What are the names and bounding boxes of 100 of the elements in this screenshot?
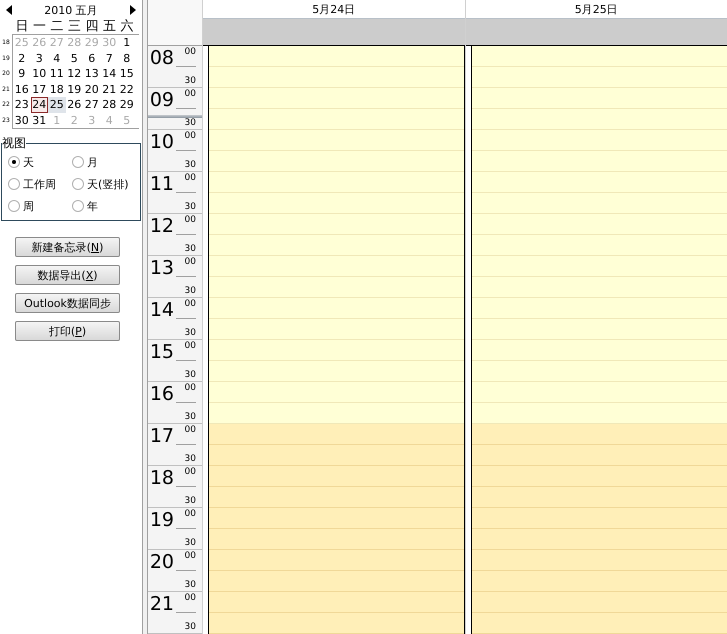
time-slot[interactable] — [472, 466, 727, 487]
calendar-day[interactable]: 15 — [118, 66, 136, 82]
time-slot[interactable] — [209, 508, 464, 529]
time-slot[interactable] — [472, 403, 727, 424]
time-slot[interactable] — [472, 529, 727, 550]
calendar-day[interactable]: 10 — [30, 66, 48, 82]
time-slot[interactable] — [209, 361, 464, 382]
time-slot[interactable] — [209, 319, 464, 340]
all-day-area[interactable] — [466, 19, 727, 46]
time-slot[interactable] — [209, 193, 464, 214]
action-button[interactable]: Outlook数据同步 — [15, 293, 120, 313]
radio-label[interactable]: 天 — [23, 154, 34, 170]
time-slot[interactable] — [472, 67, 727, 88]
calendar-day[interactable]: 28 — [100, 97, 118, 112]
time-slot[interactable] — [209, 214, 464, 235]
time-slot[interactable] — [472, 319, 727, 340]
time-slot[interactable] — [472, 88, 727, 109]
time-slot[interactable] — [209, 277, 464, 298]
time-slot[interactable] — [472, 109, 727, 130]
time-slot[interactable] — [209, 109, 464, 130]
previous-month-icon[interactable] — [6, 5, 12, 15]
time-slot[interactable] — [472, 277, 727, 298]
calendar-day[interactable]: 11 — [48, 66, 66, 82]
time-slot[interactable] — [472, 592, 727, 613]
time-slot[interactable] — [472, 172, 727, 193]
radio-label[interactable]: 年 — [87, 198, 98, 214]
time-slot[interactable] — [209, 340, 464, 361]
time-slot[interactable] — [209, 256, 464, 277]
time-slot[interactable] — [209, 151, 464, 172]
action-button[interactable]: 打印(P) — [15, 321, 120, 341]
time-slot[interactable] — [209, 172, 464, 193]
time-slot[interactable] — [209, 613, 464, 634]
radio-label[interactable]: 周 — [23, 198, 34, 214]
time-slot[interactable] — [209, 67, 464, 88]
time-slot[interactable] — [209, 487, 464, 508]
time-slot[interactable] — [472, 424, 727, 445]
time-slot[interactable] — [209, 130, 464, 151]
calendar-day[interactable]: 9 — [13, 66, 30, 82]
calendar-day[interactable]: 20 — [83, 82, 100, 97]
time-slot[interactable] — [472, 256, 727, 277]
calendar-day[interactable]: 31 — [30, 112, 48, 128]
time-slot[interactable] — [209, 592, 464, 613]
radio-label[interactable]: 天(竖排) — [87, 176, 129, 192]
calendar-day[interactable]: 16 — [13, 82, 30, 97]
time-slot[interactable] — [472, 130, 727, 151]
time-slot[interactable] — [472, 361, 727, 382]
calendar-day[interactable]: 17 — [30, 82, 48, 97]
radio-button[interactable] — [8, 178, 20, 190]
time-slot[interactable] — [472, 214, 727, 235]
time-slot[interactable] — [209, 403, 464, 424]
calendar-day[interactable]: 2 — [13, 50, 30, 66]
time-slot[interactable] — [209, 550, 464, 571]
time-slot[interactable] — [472, 550, 727, 571]
all-day-area[interactable] — [203, 19, 464, 46]
time-slot[interactable] — [472, 298, 727, 319]
next-month-icon[interactable] — [130, 5, 136, 15]
calendar-day[interactable]: 1 — [118, 35, 136, 50]
radio-button[interactable] — [72, 178, 84, 190]
calendar-day[interactable]: 3 — [30, 50, 48, 66]
time-slot[interactable] — [209, 298, 464, 319]
time-slot[interactable] — [209, 445, 464, 466]
calendar-day[interactable]: 18 — [48, 82, 66, 97]
calendar-day[interactable]: 12 — [66, 66, 83, 82]
time-slot[interactable] — [472, 193, 727, 214]
time-slot[interactable] — [209, 571, 464, 592]
time-slot[interactable] — [209, 235, 464, 256]
calendar-day[interactable]: 22 — [118, 82, 136, 97]
calendar-day[interactable]: 29 — [118, 97, 136, 112]
radio-button[interactable] — [72, 156, 84, 168]
time-slot[interactable] — [472, 487, 727, 508]
radio-button[interactable] — [8, 200, 20, 212]
calendar-day[interactable]: 14 — [100, 66, 118, 82]
calendar-day[interactable]: 13 — [83, 66, 100, 82]
time-slot[interactable] — [472, 508, 727, 529]
time-slot[interactable] — [472, 151, 727, 172]
action-button[interactable]: 数据导出(X) — [15, 265, 120, 285]
radio-label[interactable]: 工作周 — [23, 176, 56, 192]
calendar-day[interactable]: 7 — [100, 50, 118, 66]
time-slot[interactable] — [209, 88, 464, 109]
action-button[interactable]: 新建备忘录(N) — [15, 237, 120, 257]
time-slot[interactable] — [209, 382, 464, 403]
time-slot[interactable] — [472, 235, 727, 256]
calendar-day[interactable]: 27 — [83, 97, 100, 112]
calendar-day[interactable]: 8 — [118, 50, 136, 66]
calendar-day[interactable]: 25 — [48, 97, 66, 112]
time-slot[interactable] — [209, 424, 464, 445]
time-slot[interactable] — [472, 340, 727, 361]
radio-button[interactable] — [72, 200, 84, 212]
calendar-day[interactable]: 4 — [48, 50, 66, 66]
calendar-day[interactable]: 30 — [13, 112, 30, 128]
calendar-day[interactable]: 19 — [66, 82, 83, 97]
time-slot[interactable] — [209, 466, 464, 487]
time-slot[interactable] — [209, 529, 464, 550]
calendar-day[interactable]: 5 — [66, 50, 83, 66]
radio-button[interactable] — [8, 156, 20, 168]
time-slot[interactable] — [472, 382, 727, 403]
radio-label[interactable]: 月 — [87, 154, 98, 170]
calendar-day[interactable]: 21 — [100, 82, 118, 97]
time-slot[interactable] — [472, 445, 727, 466]
calendar-day[interactable]: 6 — [83, 50, 100, 66]
